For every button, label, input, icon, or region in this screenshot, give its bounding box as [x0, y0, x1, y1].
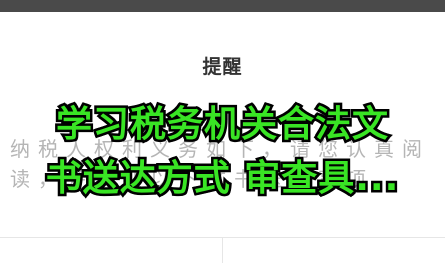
caption-line-1: 学习税务机关合法文: [53, 102, 390, 148]
dialog-footer: [0, 237, 445, 263]
cancel-button[interactable]: [0, 238, 222, 263]
caption-line-2: 书送达方式 审查具...: [43, 156, 401, 202]
confirm-button[interactable]: [223, 238, 445, 263]
dialog-title: 提醒: [202, 56, 243, 78]
status-bar: [0, 0, 445, 12]
